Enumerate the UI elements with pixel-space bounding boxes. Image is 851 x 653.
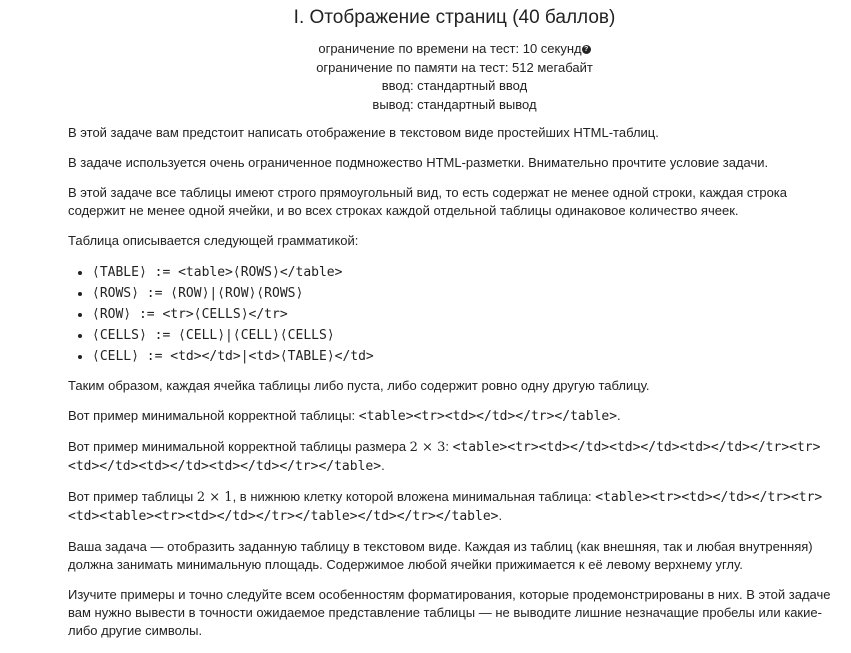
minimal-example-code: <table><tr><td></td></tr></table>	[358, 409, 618, 424]
nested-example-text: Вот пример таблицы	[68, 489, 197, 504]
grammar-rule-rows: ⟨ROWS⟩ := ⟨ROW⟩|⟨ROW⟩⟨ROWS⟩	[92, 283, 844, 304]
minimal-example-end: .	[617, 408, 621, 423]
grammar-rule-cells: ⟨CELLS⟩ := ⟨CELL⟩|⟨CELL⟩⟨CELLS⟩	[92, 325, 844, 346]
nested-example-math: 2 × 1	[196, 490, 233, 505]
paragraph-cell-content: Таким образом, каждая ячейка таблицы либ…	[68, 378, 650, 393]
memory-limit: ограничение по памяти на тест: 512 мегаб…	[316, 59, 593, 75]
paragraph-minimal-example: Вот пример минимальной корректной таблиц…	[68, 407, 844, 426]
paragraph-rectangular: В этой задаче все таблицы имеют строго п…	[68, 185, 787, 218]
example-2x3-end: .	[381, 458, 385, 473]
input-spec: ввод: стандартный ввод	[381, 78, 528, 93]
paragraph-formatting: Изучите примеры и точно следуйте всем ос…	[68, 587, 831, 638]
paragraph-nested-example: Вот пример таблицы 2 × 1, в нижнюю клетк…	[68, 488, 844, 526]
grammar-rule-cell: ⟨CELL⟩ := <td></td>|<td>⟨TABLE⟩</td>	[92, 346, 844, 367]
grammar-rule-row: ⟨ROW⟩ := <tr>⟨CELLS⟩</tr>	[92, 304, 844, 325]
grammar-list: ⟨TABLE⟩ := <table>⟨ROWS⟩</table> ⟨ROWS⟩ …	[68, 262, 844, 367]
time-limit: ограничение по времени на тест: 10 секун…	[0, 40, 851, 59]
output-spec: вывод: стандартный вывод	[372, 96, 537, 112]
paragraph-intro: В этой задаче вам предстоит написать ото…	[68, 125, 659, 140]
minimal-example-text: Вот пример минимальной корректной таблиц…	[68, 408, 359, 423]
problem-title: I. Отображение страниц (40 баллов)	[293, 7, 616, 28]
grammar-rule-table: ⟨TABLE⟩ := <table>⟨ROWS⟩</table>	[92, 262, 844, 283]
example-2x3-colon: :	[445, 439, 453, 454]
paragraph-grammar-intro: Таблица описывается следующей грамматико…	[68, 233, 359, 248]
nested-example-end: .	[498, 508, 503, 523]
example-2x3-math: 2 × 3	[409, 440, 446, 455]
time-limit-text: ограничение по времени на тест: 10 секун…	[318, 41, 582, 56]
problem-statement: В этой задаче вам предстоит написать ото…	[68, 124, 844, 652]
problem-header: I. Отображение страниц (40 баллов) огран…	[0, 0, 851, 114]
nested-example-text2: , в нижнюю клетку которой вложена минима…	[232, 489, 596, 504]
paragraph-task: Ваша задача — отобразить заданную таблиц…	[68, 539, 813, 572]
paragraph-subset: В задаче используется очень ограниченное…	[68, 155, 769, 170]
example-2x3-text: Вот пример минимальной корректной таблиц…	[68, 439, 410, 454]
paragraph-2x3-example: Вот пример минимальной корректной таблиц…	[68, 438, 844, 476]
question-circle-icon[interactable]: ?	[581, 45, 591, 54]
